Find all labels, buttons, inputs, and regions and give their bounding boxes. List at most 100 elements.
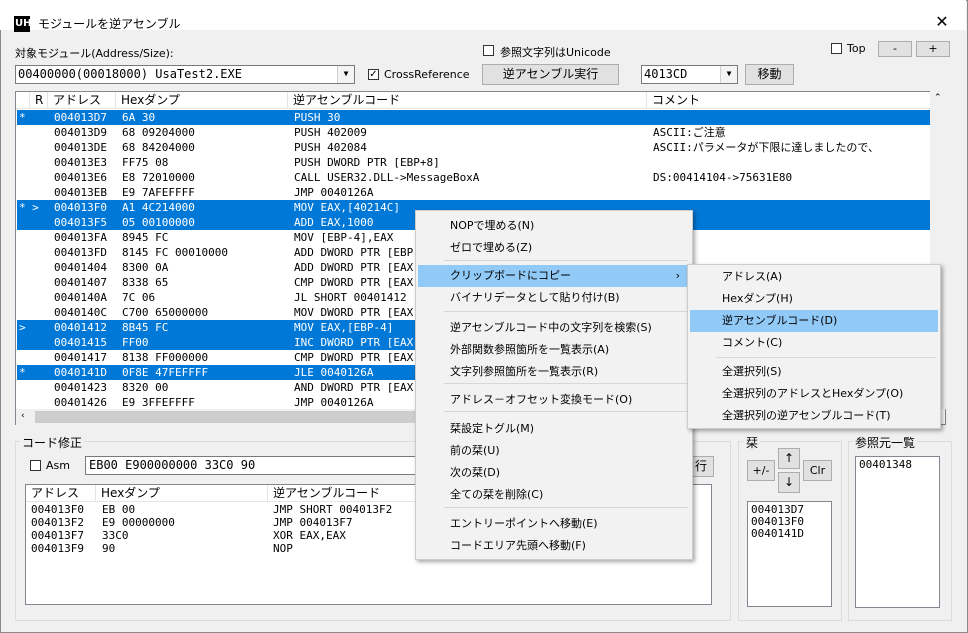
context-menu-item[interactable]: アドレス－オフセット変換モード(O) bbox=[418, 389, 690, 411]
move-button[interactable]: 移動 bbox=[745, 64, 794, 85]
column-header-code[interactable]: 逆アセンブルコード bbox=[288, 92, 647, 109]
row-address: 00401415 bbox=[54, 336, 107, 349]
asm-label: Asm bbox=[46, 459, 70, 472]
bookmark-up-button[interactable]: ↑ bbox=[778, 448, 800, 469]
submenu-item[interactable]: 全選択列(S) bbox=[690, 361, 938, 383]
list-item[interactable]: 00401348 bbox=[859, 459, 936, 471]
submenu-item[interactable]: Hexダンプ(H) bbox=[690, 288, 938, 310]
menu-separator bbox=[444, 507, 688, 508]
submenu-item[interactable]: 全選択列のアドレスとHexダンプ(O) bbox=[690, 383, 938, 405]
address-select-value: 4013CD bbox=[644, 67, 688, 81]
patch-header-address[interactable]: アドレス bbox=[26, 485, 96, 502]
unicode-checkbox[interactable] bbox=[483, 45, 494, 56]
patch-hex: E9 00000000 bbox=[102, 516, 175, 529]
submenu-item[interactable]: 全選択列の逆アセンブルコード(T) bbox=[690, 405, 938, 427]
bookmark-list[interactable]: 004013D7 004013F0 0040141D bbox=[747, 501, 832, 607]
context-menu-item[interactable]: バイナリデータとして貼り付け(B) bbox=[418, 287, 690, 309]
row-address: 004013DE bbox=[54, 141, 107, 154]
table-row[interactable]: 004013E6 E8 72010000 CALL USER32.DLL->Mess… bbox=[17, 170, 931, 185]
references-list[interactable]: 00401348 bbox=[855, 456, 940, 608]
module-select[interactable]: 00400000(00018000) UsaTest2.EXE ▼ bbox=[15, 65, 355, 84]
row-code: ADD EAX,1000 bbox=[294, 216, 374, 229]
menu-item-label: 外部関数参照箇所を一覧表示(A) bbox=[450, 343, 610, 356]
menu-separator bbox=[444, 311, 688, 312]
address-select[interactable]: 4013CD ▼ bbox=[641, 65, 738, 84]
context-menu-item[interactable]: 外部関数参照箇所を一覧表示(A) bbox=[418, 339, 690, 361]
row-code: PUSH 30 bbox=[294, 111, 341, 124]
horizontal-scroll-thumb[interactable] bbox=[35, 411, 425, 423]
context-menu-item[interactable]: 全ての栞を削除(C) bbox=[418, 484, 690, 506]
context-menu-item[interactable]: NOPで埋める(N) bbox=[418, 215, 690, 237]
chevron-down-icon[interactable]: ▼ bbox=[720, 66, 737, 83]
table-row[interactable]: 004013D9 68 09204000 PUSH 402009 ASCII:ご注意 bbox=[17, 125, 931, 140]
row-hex: 8138 FF000000 bbox=[122, 351, 209, 364]
submenu-item[interactable]: コメント(C) bbox=[690, 332, 938, 354]
bookmark-down-button[interactable]: ↓ bbox=[778, 472, 800, 493]
context-menu-item[interactable]: ゼロで埋める(Z) bbox=[418, 237, 690, 259]
table-row[interactable]: * 004013D7 6A 30 PUSH 30 bbox=[17, 110, 931, 125]
top-checkbox[interactable] bbox=[831, 43, 842, 54]
context-menu-item[interactable]: 逆アセンブルコード中の文字列を検索(S) bbox=[418, 317, 690, 339]
crossref-checkbox[interactable]: ✓ bbox=[368, 69, 379, 80]
row-address: 004013EB bbox=[54, 186, 107, 199]
column-header-hex[interactable]: Hexダンプ bbox=[116, 92, 288, 109]
context-menu-item[interactable]: エントリーポイントへ移動(E) bbox=[418, 513, 690, 535]
column-header-r[interactable]: R bbox=[30, 92, 48, 109]
scroll-up-icon[interactable]: ⌃ bbox=[934, 93, 942, 103]
row-address: 00401423 bbox=[54, 381, 107, 394]
menu-item-label: 栞設定トグル(M) bbox=[450, 422, 535, 435]
column-header-comment[interactable]: コメント bbox=[647, 92, 945, 109]
patch-address: 004013F7 bbox=[31, 529, 84, 542]
row-code: JL SHORT 00401412 bbox=[294, 291, 407, 304]
list-item[interactable]: 0040141D bbox=[751, 528, 828, 540]
menu-item-label: エントリーポイントへ移動(E) bbox=[450, 517, 598, 530]
menu-separator bbox=[444, 411, 688, 412]
asm-checkbox[interactable] bbox=[30, 460, 41, 471]
row-hex: 7C 06 bbox=[122, 291, 156, 304]
context-menu-item[interactable]: コードエリア先頭へ移動(F) bbox=[418, 535, 690, 557]
row-code: ADD DWORD PTR [EAX bbox=[294, 261, 414, 274]
row-code: PUSH 402084 bbox=[294, 141, 367, 154]
scroll-left-icon[interactable]: ‹ bbox=[21, 411, 25, 421]
chevron-down-icon[interactable]: ▼ bbox=[337, 66, 354, 83]
row-code: MOV EAX,[EBP-4] bbox=[294, 321, 394, 334]
column-header-address[interactable]: アドレス bbox=[48, 92, 116, 109]
context-menu-item[interactable]: 次の栞(D) bbox=[418, 462, 690, 484]
table-row[interactable]: 004013E3 FF75 08 PUSH DWORD PTR [EBP+8] bbox=[17, 155, 931, 170]
row-hex: E9 3FFEFFFF bbox=[122, 396, 195, 409]
enlarge-button[interactable]: + bbox=[916, 41, 950, 57]
hex-input[interactable]: EB00 E900000000 33C0 90 bbox=[85, 456, 425, 475]
bookmark-toggle-button[interactable]: +/- bbox=[747, 460, 775, 481]
row-address: 004013FA bbox=[54, 231, 107, 244]
menu-item-label: 全ての栞を削除(C) bbox=[450, 488, 544, 501]
context-menu-item[interactable]: クリップボードにコピー › bbox=[418, 265, 690, 287]
row-hex: C700 65000000 bbox=[122, 306, 209, 319]
context-menu-item[interactable]: 文字列参照箇所を一覧表示(R) bbox=[418, 361, 690, 383]
row-comment: ASCII:パラメータが下限に達しましたので、 bbox=[653, 141, 879, 154]
table-row[interactable]: 004013EB E9 7AFEFFFF JMP 0040126A bbox=[17, 185, 931, 200]
patch-header-hex[interactable]: Hexダンプ bbox=[96, 485, 268, 502]
bookmark-label: 栞 bbox=[744, 434, 761, 451]
row-address: 00401404 bbox=[54, 261, 107, 274]
row-marker: * > bbox=[19, 201, 39, 214]
shrink-button[interactable]: - bbox=[878, 41, 912, 57]
row-marker: * bbox=[19, 366, 26, 379]
table-row[interactable]: 004013DE 68 84204000 PUSH 402084 ASCII:パラメー… bbox=[17, 140, 931, 155]
bookmark-clear-button[interactable]: Clr bbox=[803, 460, 832, 481]
menu-item-label: 前の栞(U) bbox=[450, 444, 500, 457]
submenu-item[interactable]: 逆アセンブルコード(D) bbox=[690, 310, 938, 332]
menu-item-label: 逆アセンブルコード中の文字列を検索(S) bbox=[450, 321, 652, 334]
context-menu-item[interactable]: 栞設定トグル(M) bbox=[418, 418, 690, 440]
close-icon[interactable]: ✕ bbox=[930, 10, 954, 34]
row-hex: E9 7AFEFFFF bbox=[122, 186, 195, 199]
row-code: CMP DWORD PTR [EAX bbox=[294, 276, 414, 289]
copy-submenu: アドレス(A) Hexダンプ(H) 逆アセンブルコード(D) コメント(C) 全選択列(… bbox=[687, 264, 941, 429]
context-menu-item[interactable]: 前の栞(U) bbox=[418, 440, 690, 462]
disassemble-button[interactable]: 逆アセンブル実行 bbox=[482, 64, 619, 85]
menu-item-label: コードエリア先頭へ移動(F) bbox=[450, 539, 586, 552]
row-hex: E8 72010000 bbox=[122, 171, 195, 184]
row-address: 004013D9 bbox=[54, 126, 107, 139]
context-menu: NOPで埋める(N) ゼロで埋める(Z) クリップボードにコピー › バイナリデータとし… bbox=[415, 210, 693, 560]
row-code: JMP 0040126A bbox=[294, 186, 374, 199]
submenu-item[interactable]: アドレス(A) bbox=[690, 266, 938, 288]
